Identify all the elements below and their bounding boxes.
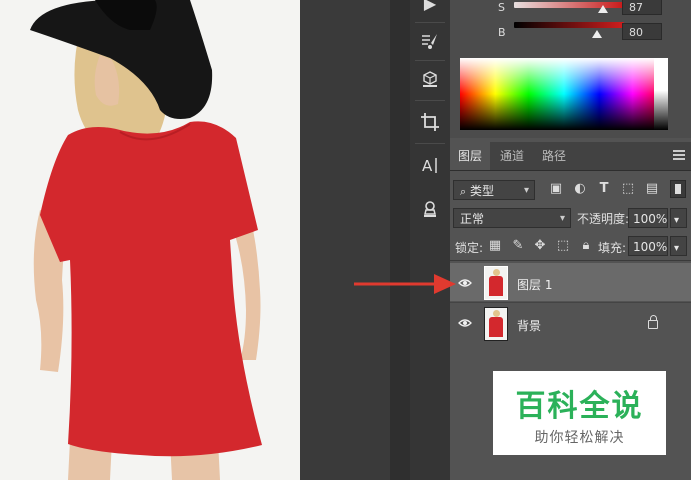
crop-icon[interactable] <box>414 107 446 137</box>
divider <box>450 302 691 303</box>
lock-position-icon[interactable]: ✥ <box>532 238 548 254</box>
chevron-down-icon: ▾ <box>674 243 680 254</box>
canvas-photo <box>0 0 300 480</box>
chevron-down-icon: ▾ <box>674 215 680 226</box>
blend-mode-dropdown[interactable]: 正常 ▾ <box>453 208 571 228</box>
fill-label: 填充: <box>598 241 627 255</box>
tab-layers[interactable]: 图层 <box>450 142 491 170</box>
channel-b-label: B <box>498 26 506 39</box>
character-text-icon[interactable]: A <box>414 150 446 180</box>
brightness-value-field[interactable]: 80 <box>622 23 662 40</box>
saturation-slider-thumb[interactable] <box>598 5 608 13</box>
layers-panel-tabbar: 图层 通道 路径 <box>450 142 691 171</box>
tool-separator <box>415 143 445 144</box>
layer-filter-dropdown[interactable]: ⌕ 类型 ▾ <box>453 180 535 200</box>
background-layer-name[interactable]: 背景 <box>517 317 541 334</box>
lock-transparent-pixels-icon[interactable]: ▦ <box>487 238 503 254</box>
watermark-box: 百科全说 助你轻松解决 <box>493 371 666 455</box>
channel-s-label: S <box>498 1 505 14</box>
filter-adjustment-icon[interactable]: ◐ <box>572 181 588 197</box>
opacity-field[interactable]: 100% <box>628 208 668 228</box>
blend-mode-label: 正常 <box>460 212 485 226</box>
layer1-thumbnail <box>484 266 508 300</box>
svg-text:A: A <box>422 157 433 175</box>
tool-separator <box>415 22 445 23</box>
lock-all-icon[interactable]: 🔒︎ <box>578 238 594 254</box>
filter-type-icon[interactable]: T <box>596 181 612 197</box>
opacity-label: 不透明度: <box>577 212 630 226</box>
filter-pixel-icon[interactable]: ▣ <box>548 181 564 197</box>
chevron-down-icon: ▾ <box>523 185 529 196</box>
search-icon: ⌕ <box>460 185 467 198</box>
background-thumbnail <box>484 307 508 341</box>
filter-kind-label: 类型 <box>470 184 495 198</box>
filter-smartobject-icon[interactable]: ▤ <box>644 181 660 197</box>
red-arrow-annotation <box>354 274 456 294</box>
panel-dock-edge <box>390 0 411 480</box>
brightness-slider-thumb[interactable] <box>592 30 602 38</box>
lock-icon <box>648 315 658 329</box>
filter-shape-icon[interactable]: ⬚ <box>620 181 636 197</box>
lock-artboard-icon[interactable]: ⬚ <box>555 238 571 254</box>
tool-separator <box>415 100 445 101</box>
fill-dropdown-button[interactable]: ▾ <box>670 236 687 256</box>
saturation-value-field[interactable]: 87 <box>622 0 662 15</box>
3d-cube-icon[interactable] <box>414 64 446 94</box>
watermark-title: 百科全说 <box>515 389 644 424</box>
stamp-icon[interactable] <box>414 194 446 224</box>
tab-channels[interactable]: 通道 <box>492 142 532 170</box>
chevron-down-icon: ▾ <box>559 213 565 224</box>
opacity-dropdown-button[interactable]: ▾ <box>670 208 687 228</box>
watermark-subtitle: 助你轻松解决 <box>534 430 625 446</box>
color-spectrum-bar[interactable] <box>460 58 668 130</box>
workspace-background <box>300 0 390 480</box>
woman-red-shirt-image <box>0 0 300 480</box>
visibility-eye-icon[interactable] <box>458 318 472 328</box>
play-icon[interactable]: ▶ <box>414 0 446 18</box>
divider <box>450 260 691 261</box>
layer1-name[interactable]: 图层 1 <box>517 276 552 293</box>
brush-settings-icon[interactable] <box>414 26 446 56</box>
brightness-slider[interactable] <box>514 22 624 28</box>
fill-field[interactable]: 100% <box>628 236 668 256</box>
tab-paths[interactable]: 路径 <box>534 142 574 170</box>
tool-separator <box>415 60 445 61</box>
panel-menu-icon[interactable] <box>673 150 685 160</box>
filter-toggle-switch[interactable] <box>670 180 686 198</box>
lock-image-pixels-icon[interactable]: ✎ <box>510 238 526 254</box>
visibility-eye-icon[interactable] <box>458 278 472 288</box>
lock-label: 锁定: <box>455 241 484 255</box>
